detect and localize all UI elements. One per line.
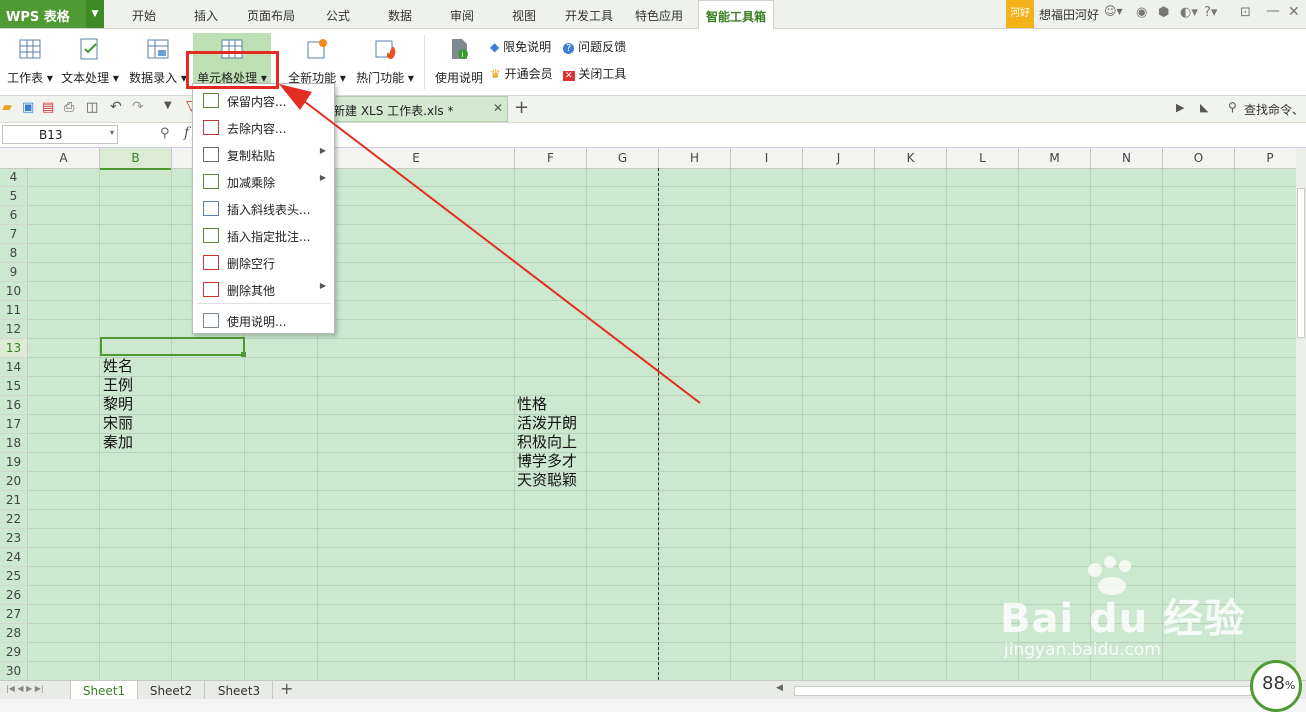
- annotation-arrow: [279, 84, 701, 404]
